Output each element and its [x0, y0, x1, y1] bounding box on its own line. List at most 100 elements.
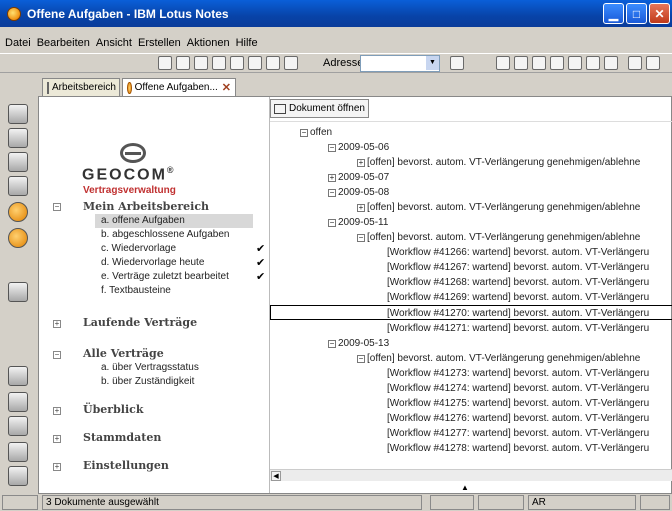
- list-item[interactable]: −2009-05-11: [328, 215, 388, 230]
- list-item[interactable]: + [offen] bevorst. autom. VT-Verlängerung…: [357, 155, 640, 170]
- web-icon[interactable]: [8, 228, 28, 248]
- star-down-icon[interactable]: [586, 56, 600, 70]
- section-ueberblick[interactable]: Überblick: [83, 403, 143, 416]
- table-row[interactable]: [Workflow #41271: wartend] bevorst. auto…: [387, 321, 649, 336]
- down-arrow-icon[interactable]: [496, 56, 510, 70]
- previous-unread-icon[interactable]: [550, 56, 564, 70]
- nav-item-offene-aufgaben[interactable]: a. offene Aufgaben: [95, 214, 253, 228]
- todo-icon[interactable]: [8, 176, 28, 196]
- open-icon[interactable]: [194, 56, 208, 70]
- replicate-icon[interactable]: [176, 56, 190, 70]
- collapse-section-icon[interactable]: −: [53, 351, 61, 359]
- nav-item-vertraege-zuletzt[interactable]: e. Verträge zuletzt bearbeitet: [95, 270, 253, 284]
- menu-bearbeiten[interactable]: Bearbeiten: [34, 37, 93, 49]
- close-tab-icon[interactable]: ✕: [222, 81, 231, 94]
- expand-icon[interactable]: +: [328, 174, 336, 182]
- list-item[interactable]: −2009-05-13: [328, 336, 389, 351]
- table-row[interactable]: [Workflow #41269: wartend] bevorst. auto…: [387, 290, 649, 305]
- database-icon[interactable]: [8, 392, 28, 412]
- bookmark-icon[interactable]: [266, 56, 280, 70]
- database-icon[interactable]: [8, 442, 28, 462]
- collapse-section-icon[interactable]: −: [53, 203, 61, 211]
- signature-icon[interactable]: [478, 495, 524, 510]
- next-unread-icon[interactable]: [532, 56, 546, 70]
- calendar-icon[interactable]: [604, 56, 618, 70]
- tab-offene-aufgaben[interactable]: Offene Aufgaben... ✕: [122, 78, 236, 96]
- table-row[interactable]: [Workflow #41267: wartend] bevorst. auto…: [387, 260, 649, 275]
- nav-item-wiedervorlage[interactable]: c. Wiedervorlage: [95, 242, 253, 256]
- table-row[interactable]: [Workflow #41275: wartend] bevorst. auto…: [387, 396, 649, 411]
- collapse-icon[interactable]: −: [328, 219, 336, 227]
- resize-up-icon[interactable]: ▲: [461, 483, 469, 492]
- section-alle-vertraege[interactable]: Alle Verträge: [83, 347, 164, 360]
- nav-item-ueber-zustaendigkeit[interactable]: b. über Zuständigkeit: [95, 375, 253, 389]
- favorites-icon[interactable]: [8, 366, 28, 386]
- list-item[interactable]: + [offen] bevorst. autom. VT-Verlängerung…: [357, 200, 640, 215]
- print-icon[interactable]: [230, 56, 244, 70]
- table-row[interactable]: [Workflow #41274: wartend] bevorst. auto…: [387, 381, 649, 396]
- section-stammdaten[interactable]: Stammdaten: [83, 431, 161, 444]
- home-icon[interactable]: [158, 56, 172, 70]
- table-row[interactable]: [Workflow #41277: wartend] bevorst. auto…: [387, 426, 649, 441]
- mail-icon[interactable]: [8, 104, 28, 124]
- minimize-button[interactable]: ▁: [603, 3, 624, 24]
- table-row[interactable]: [Workflow #41276: wartend] bevorst. auto…: [387, 411, 649, 426]
- section-laufende-vertraege[interactable]: Laufende Verträge: [83, 316, 197, 329]
- open-document-button[interactable]: Dokument öffnen: [270, 99, 369, 118]
- calendar-icon[interactable]: [8, 128, 28, 148]
- star-up-icon[interactable]: [568, 56, 582, 70]
- section-einstellungen[interactable]: Einstellungen: [83, 459, 169, 472]
- expand-section-icon[interactable]: +: [53, 463, 61, 471]
- contacts-icon[interactable]: [8, 152, 28, 172]
- nav-item-textbausteine[interactable]: f. Textbausteine: [95, 284, 253, 298]
- maximize-button[interactable]: □: [626, 3, 647, 24]
- nav-item-abgeschlossene-aufgaben[interactable]: b. abgeschlossene Aufgaben: [95, 228, 253, 242]
- list-item[interactable]: − offen: [300, 125, 332, 140]
- collapse-icon[interactable]: −: [357, 234, 365, 242]
- table-row[interactable]: [Workflow #41273: wartend] bevorst. auto…: [387, 366, 649, 381]
- menu-hilfe[interactable]: Hilfe: [233, 37, 261, 49]
- edit-icon[interactable]: [212, 56, 226, 70]
- close-button[interactable]: ✕: [649, 3, 670, 24]
- forward-icon[interactable]: [248, 56, 262, 70]
- collapse-icon[interactable]: [646, 56, 660, 70]
- table-row-focused[interactable]: [Workflow #41270: wartend] bevorst. auto…: [270, 305, 672, 320]
- collapse-icon[interactable]: −: [328, 189, 336, 197]
- table-row[interactable]: [Workflow #41268: wartend] bevorst. auto…: [387, 275, 649, 290]
- menu-erstellen[interactable]: Erstellen: [135, 37, 184, 49]
- table-row[interactable]: [Workflow #41278: wartend] bevorst. auto…: [387, 441, 649, 456]
- expand-section-icon[interactable]: +: [53, 407, 61, 415]
- collapse-icon[interactable]: −: [328, 340, 336, 348]
- collapse-icon[interactable]: −: [357, 355, 365, 363]
- list-item[interactable]: −2009-05-08: [328, 185, 389, 200]
- horizontal-scrollbar[interactable]: ◀: [270, 469, 672, 481]
- tab-arbeitsbereich[interactable]: Arbeitsbereich: [42, 78, 120, 96]
- database-icon[interactable]: [8, 282, 28, 302]
- nav-item-ueber-vertragsstatus[interactable]: a. über Vertragsstatus: [95, 361, 253, 375]
- menu-datei[interactable]: Datei: [2, 37, 34, 49]
- location-selector[interactable]: AR: [528, 495, 636, 510]
- online-status-icon[interactable]: [430, 495, 474, 510]
- tools-icon[interactable]: [8, 466, 28, 486]
- list-item[interactable]: −2009-05-06: [328, 140, 389, 155]
- database-icon[interactable]: [8, 416, 28, 436]
- expand-section-icon[interactable]: +: [53, 320, 61, 328]
- replication-icon[interactable]: [8, 202, 28, 222]
- up-arrow-icon[interactable]: [514, 56, 528, 70]
- inbox-icon[interactable]: [640, 495, 670, 510]
- scroll-left-icon[interactable]: ◀: [271, 471, 281, 481]
- expand-icon[interactable]: [628, 56, 642, 70]
- expand-icon[interactable]: +: [357, 159, 365, 167]
- expand-icon[interactable]: +: [357, 204, 365, 212]
- table-row[interactable]: [Workflow #41266: wartend] bevorst. auto…: [387, 245, 649, 260]
- search-icon[interactable]: [284, 56, 298, 70]
- address-dropdown-icon[interactable]: ▼: [426, 56, 439, 70]
- menu-aktionen[interactable]: Aktionen: [184, 37, 233, 49]
- list-item[interactable]: +2009-05-07: [328, 170, 389, 185]
- section-mein-arbeitsbereich[interactable]: Mein Arbeitsbereich: [83, 200, 209, 213]
- collapse-icon[interactable]: −: [300, 129, 308, 137]
- back-icon[interactable]: [450, 56, 464, 70]
- list-item[interactable]: − [offen] bevorst. autom. VT-Verlängerung…: [357, 351, 640, 366]
- expand-section-icon[interactable]: +: [53, 435, 61, 443]
- nav-item-wiedervorlage-heute[interactable]: d. Wiedervorlage heute: [95, 256, 253, 270]
